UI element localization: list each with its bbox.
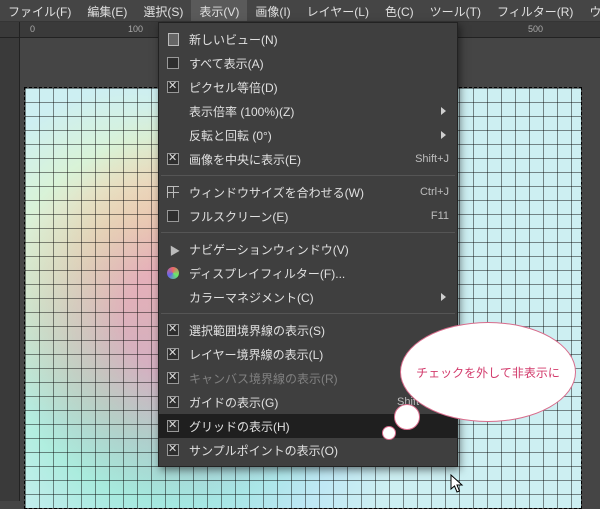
menu-item-label: ウィンドウサイズを合わせる(W) [189,184,412,201]
menu-item-label: ガイドの表示(G) [189,394,389,411]
menubar-item[interactable]: 色(C) [377,0,422,21]
annotation-bubble: チェックを外して非表示に [400,322,576,422]
menu-item-shortcut: Ctrl+J [420,186,449,198]
menu-item[interactable]: ピクセル等倍(D) [159,75,457,99]
menu-item-label: ディスプレイフィルター(F)... [189,265,449,282]
menu-item-label: 表示倍率 (100%)(Z) [189,103,435,120]
menu-item-label: サンプルポイントの表示(O) [189,442,449,459]
menubar-item[interactable]: 画像(I) [247,0,298,21]
menu-item-label: 新しいビュー(N) [189,31,449,48]
menu-item[interactable]: サンプルポイントの表示(O) [159,438,457,462]
menubar: ファイル(F)編集(E)選択(S)表示(V)画像(I)レイヤー(L)色(C)ツー… [0,0,600,22]
menu-item[interactable]: フルスクリーン(E) F11 [159,204,457,228]
ruler-tick: 0 [30,24,35,34]
menu-item-label: すべて表示(A) [189,55,449,72]
checkbox-icon [165,346,181,362]
checkbox-icon [165,442,181,458]
checkbox-icon [165,208,181,224]
submenu-arrow-icon [441,293,449,301]
menu-item[interactable]: 画像を中央に表示(E) Shift+J [159,147,457,171]
menu-item[interactable]: カラーマネジメント(C) [159,285,457,309]
menu-item[interactable]: ウィンドウサイズを合わせる(W) Ctrl+J [159,180,457,204]
grid-icon [165,184,181,200]
menu-item[interactable]: ディスプレイフィルター(F)... [159,261,457,285]
menu-item[interactable]: ナビゲーションウィンドウ(V) [159,237,457,261]
submenu-arrow-icon [441,131,449,139]
checkbox-icon [165,370,181,386]
nav-icon [165,241,181,257]
menu-item-shortcut: F11 [431,210,449,222]
checkbox-icon [165,151,181,167]
submenu-arrow-icon [441,107,449,115]
menu-item-label: フルスクリーン(E) [189,208,423,225]
menubar-item[interactable]: ファイル(F) [0,0,79,21]
menu-separator [161,232,455,233]
checkbox-icon [165,79,181,95]
menu-item-label: 反転と回転 (0°) [189,127,435,144]
menu-item-label: ナビゲーションウィンドウ(V) [189,241,449,258]
menubar-item[interactable]: 編集(E) [79,0,135,21]
menu-separator [161,313,455,314]
disp-icon [165,265,181,281]
menu-separator [161,175,455,176]
checkbox-icon [165,322,181,338]
annotation-bubble-body: チェックを外して非表示に [400,322,576,422]
bubble-tail-icon [394,404,420,430]
menu-item[interactable]: 反転と回転 (0°) [159,123,457,147]
menubar-item[interactable]: レイヤー(L) [299,0,377,21]
menu-item-label: ピクセル等倍(D) [189,79,449,96]
menubar-item[interactable]: 表示(V) [191,0,247,21]
checkbox-icon [165,394,181,410]
menubar-item[interactable]: フィルター(R) [489,0,581,21]
doc-icon [165,31,181,47]
ruler-corner [0,22,20,38]
menubar-item[interactable]: 選択(S) [135,0,191,21]
blank-icon [165,289,181,305]
bubble-tail-icon [382,426,396,440]
mouse-cursor-icon [450,474,464,494]
menu-item-label: カラーマネジメント(C) [189,289,435,306]
menu-item[interactable]: 新しいビュー(N) [159,27,457,51]
menubar-item[interactable]: ツール(T) [422,0,489,21]
menu-item[interactable]: 表示倍率 (100%)(Z) [159,99,457,123]
menu-item-shortcut: Shift+J [415,153,449,165]
blank-icon [165,103,181,119]
menu-item[interactable]: すべて表示(A) [159,51,457,75]
menubar-item[interactable]: ウィンドウ(W) [581,0,600,21]
checkbox-icon [165,55,181,71]
checkbox-icon [165,418,181,434]
ruler-tick: 100 [128,24,143,34]
ruler-tick: 500 [528,24,543,34]
annotation-text: チェックを外して非表示に [416,364,560,381]
ruler-vertical [0,38,20,501]
blank-icon [165,127,181,143]
menu-item-label: 画像を中央に表示(E) [189,151,407,168]
